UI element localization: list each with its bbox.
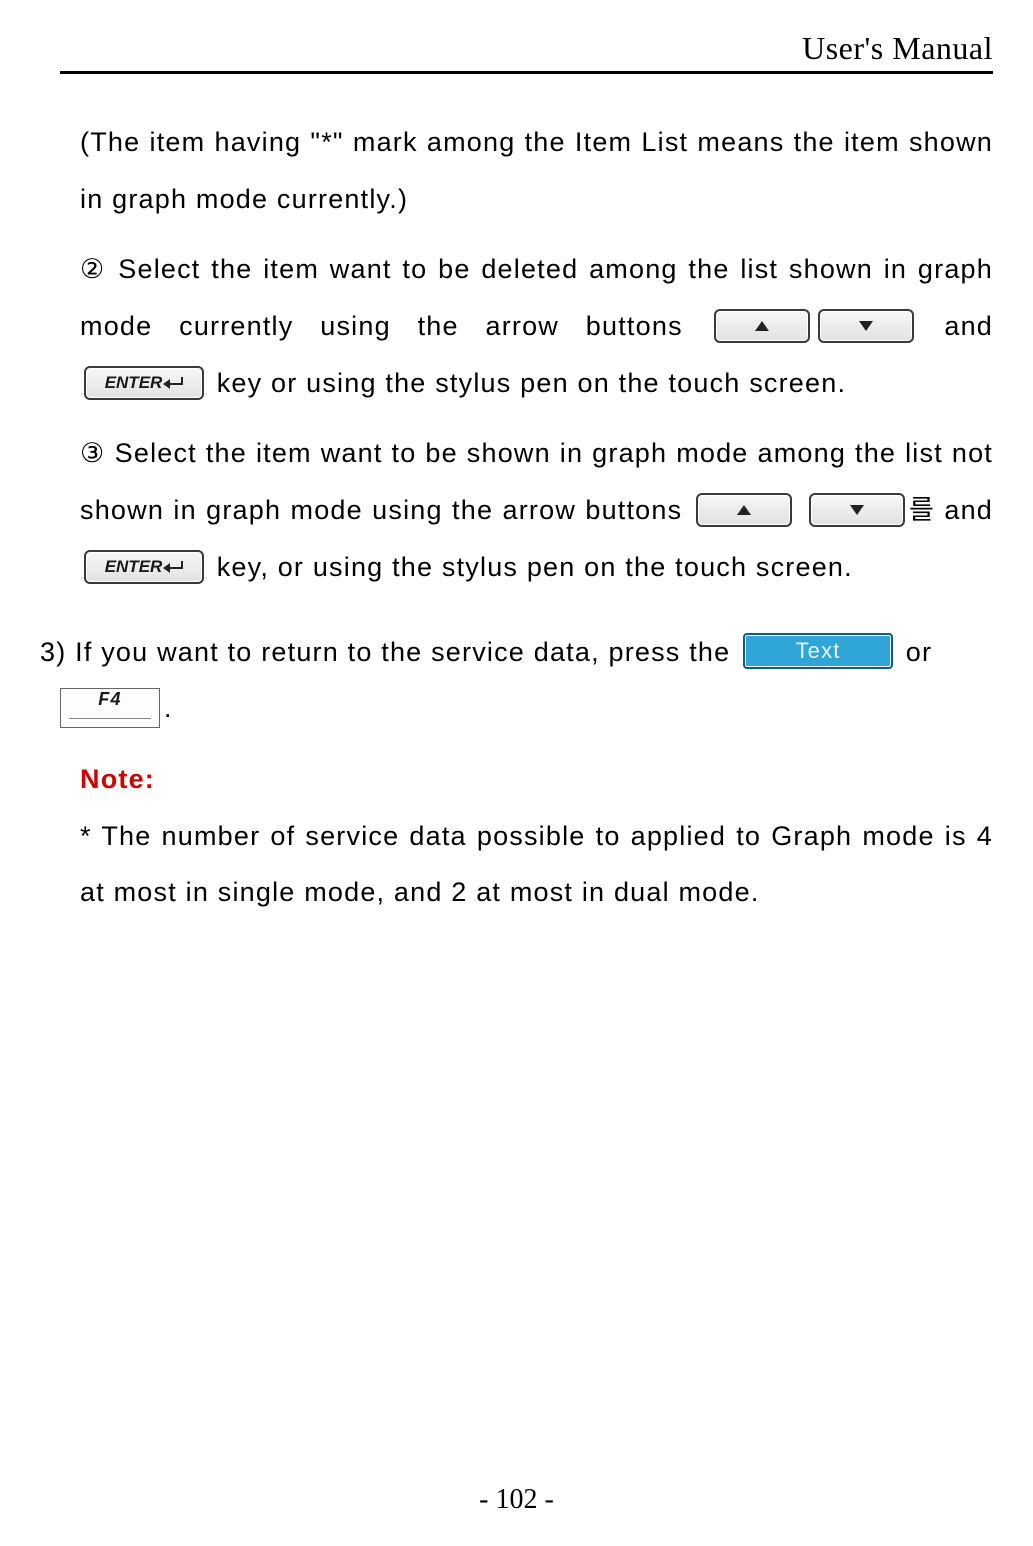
spacer — [60, 411, 993, 425]
item-3: 3) If you want to return to the service … — [40, 624, 993, 737]
page-content: (The item having "*" mark among the Item… — [60, 114, 993, 921]
item-3-text-c: . — [164, 693, 173, 723]
enter-key-icon: ENTER — [84, 550, 204, 584]
arrow-down-key-icon — [809, 493, 905, 527]
step-3: ③ Select the item want to be shown in gr… — [80, 425, 993, 595]
spacer — [60, 596, 993, 610]
arrow-up-key-icon — [696, 493, 792, 527]
arrow-down-key-icon — [818, 309, 914, 343]
item-3-text-b: or — [906, 637, 932, 667]
page-number: - 102 - — [479, 1484, 554, 1515]
note-label: Note: — [80, 751, 993, 808]
item-3-number: 3) — [40, 637, 66, 667]
enter-key-icon: ENTER — [84, 366, 204, 400]
f4-key-icon: F4 — [60, 688, 160, 728]
step-3-text-c: key, or using the stylus pen on the touc… — [217, 552, 853, 582]
note-text: * The number of service data possible to… — [80, 808, 993, 921]
spacer — [60, 610, 993, 624]
spacer — [60, 227, 993, 241]
text-button-icon: Text — [743, 633, 893, 669]
step-2-number: ② — [80, 254, 107, 284]
spacer — [60, 737, 993, 751]
page-header: User's Manual — [60, 30, 993, 74]
step-3-text-b: 를 and — [909, 495, 993, 525]
page-footer: - 102 - — [0, 1484, 1033, 1516]
item-3-text-a: If you want to return to the service dat… — [75, 637, 730, 667]
header-title: User's Manual — [802, 30, 993, 66]
manual-page: User's Manual (The item having "*" mark … — [0, 0, 1033, 1546]
step-2-text-c: key or using the stylus pen on the touch… — [217, 368, 846, 398]
arrow-up-key-icon — [714, 309, 810, 343]
step-3-number: ③ — [80, 438, 106, 468]
step-2-text-b: and — [944, 311, 993, 341]
note-block: Note: * The number of service data possi… — [80, 751, 993, 921]
step-2: ② Select the item want to be deleted amo… — [80, 241, 993, 411]
paragraph-note-asterisk: (The item having "*" mark among the Item… — [80, 114, 993, 227]
